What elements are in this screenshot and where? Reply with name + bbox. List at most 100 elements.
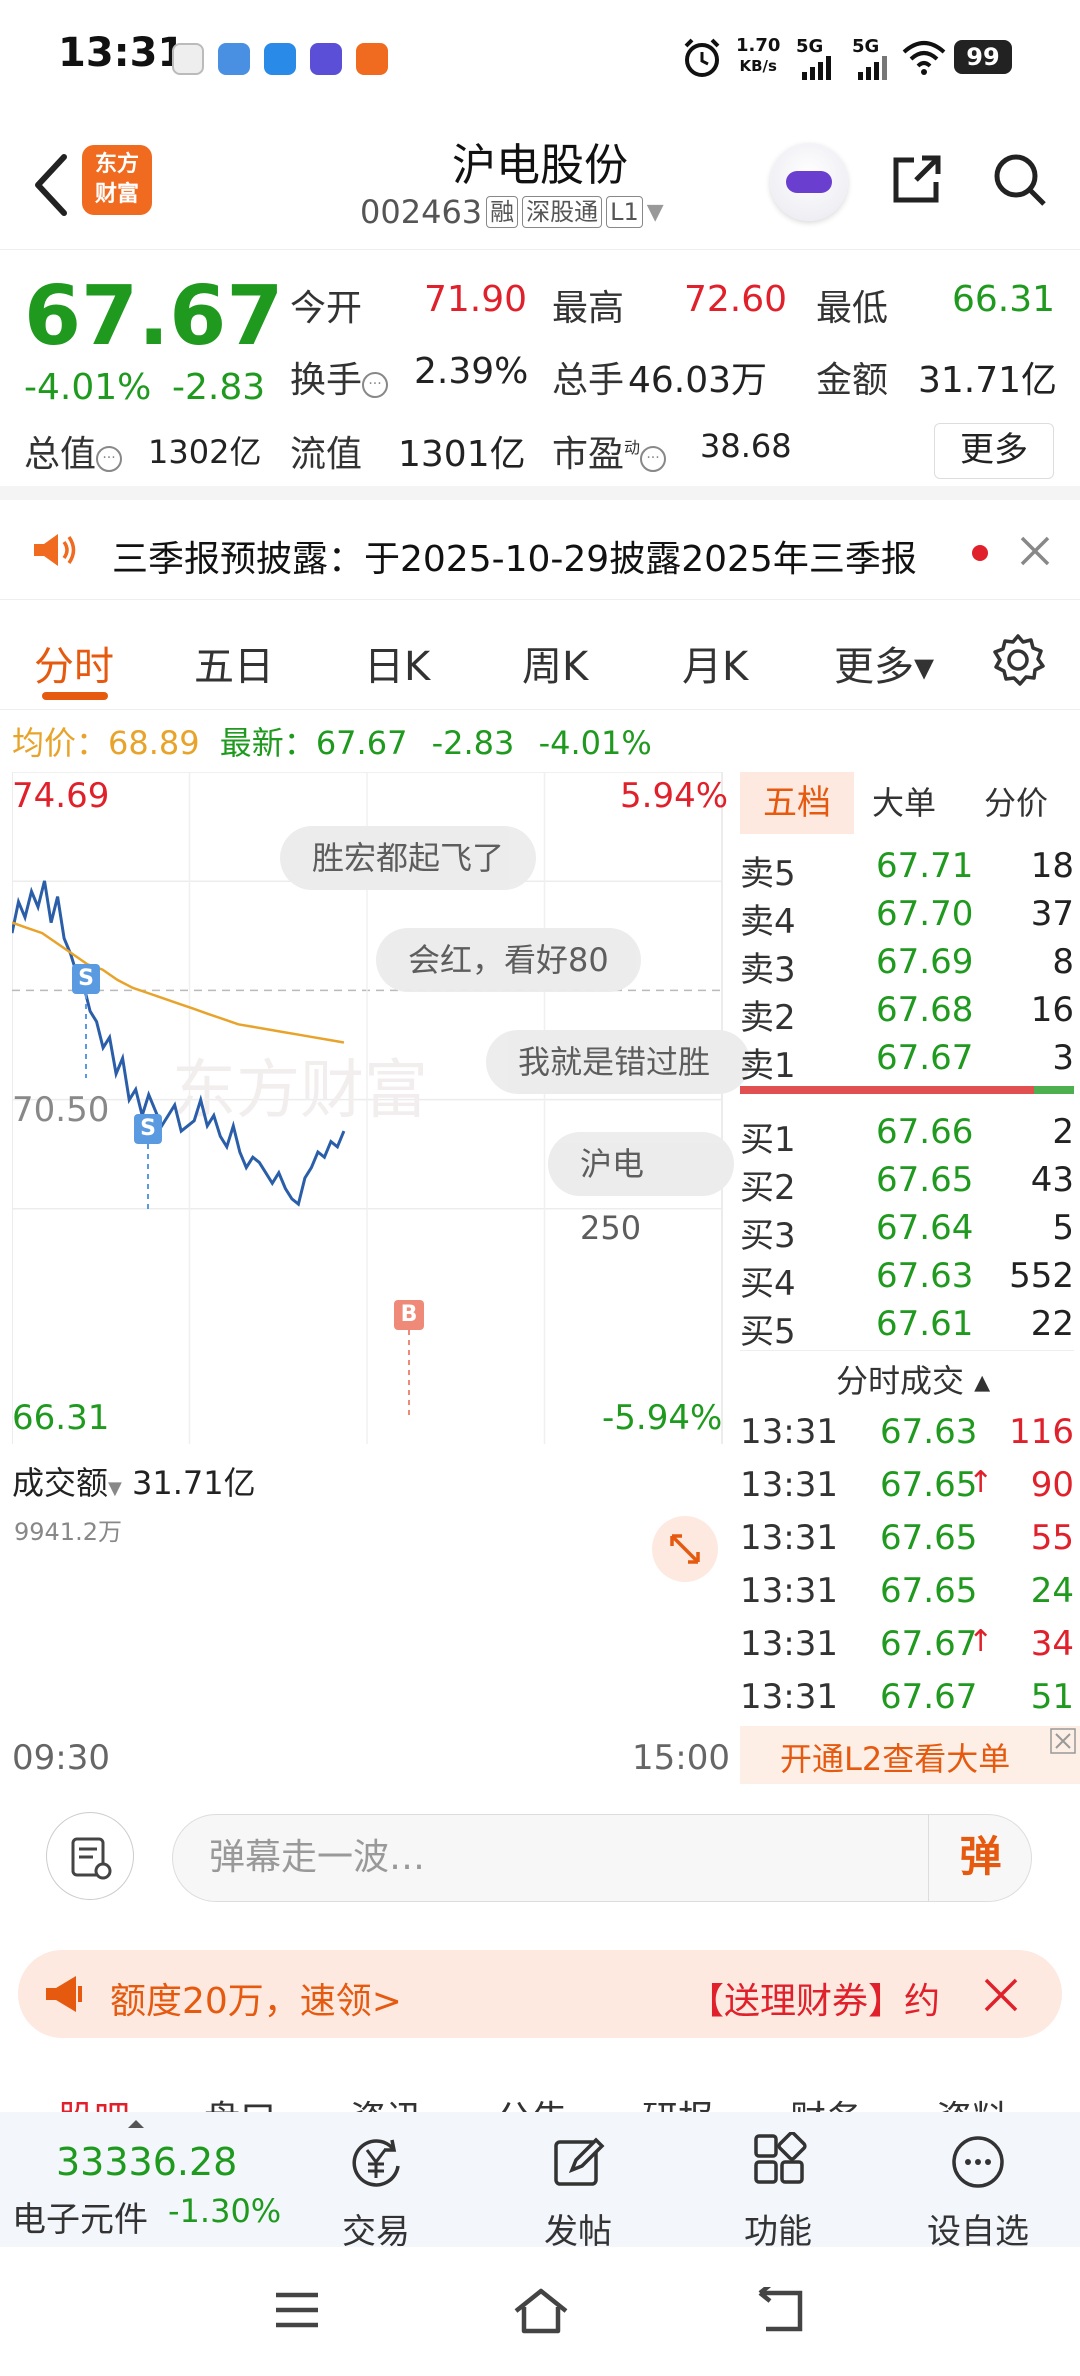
market-cap-value: 1302亿 bbox=[148, 433, 262, 471]
stock-code-row[interactable]: 002463 融 深股通 L1 ▼ bbox=[360, 193, 664, 231]
tab-five-levels[interactable]: 五档 bbox=[740, 772, 854, 834]
trade-row: 13:31 67.65 55 bbox=[740, 1518, 1074, 1566]
menu-icon[interactable] bbox=[272, 2289, 322, 2331]
bid-volume: 552 bbox=[1009, 1256, 1074, 1296]
tab-weekly-k[interactable]: 周K bbox=[522, 634, 588, 692]
comment-settings-button[interactable] bbox=[46, 1812, 134, 1900]
pe-label: 市盈动··· bbox=[552, 425, 667, 477]
tab-daily-k[interactable]: 日K bbox=[364, 634, 430, 692]
info-icon[interactable]: ··· bbox=[362, 372, 389, 398]
search-icon[interactable] bbox=[990, 150, 1050, 210]
close-icon[interactable] bbox=[1050, 1728, 1076, 1754]
bid-price: 67.64 bbox=[876, 1208, 974, 1248]
time-start: 09:30 bbox=[12, 1738, 110, 1778]
wifi-icon bbox=[902, 41, 946, 75]
float-cap-label: 流值 bbox=[290, 434, 363, 475]
sector-index[interactable]: 33336.28 电子元件 -1.30% bbox=[0, 2112, 290, 2247]
tab-big-orders[interactable]: 大单 bbox=[872, 772, 936, 834]
order-book-tabs: 五档 大单 分价 bbox=[740, 772, 1080, 834]
tab-guba[interactable]: 股吧 bbox=[58, 2090, 130, 2112]
l2-banner[interactable]: 开通L2查看大单 bbox=[740, 1726, 1080, 1784]
bid-level-label: 买3 bbox=[740, 1216, 796, 1256]
info-icon[interactable]: ··· bbox=[640, 446, 667, 472]
tab-intraday[interactable]: 分时 bbox=[34, 634, 114, 692]
sector-index-change: -1.30% bbox=[168, 2192, 282, 2230]
tab-profile[interactable]: 资料 bbox=[936, 2090, 1008, 2112]
bid-level-row: 买2 67.65 43 bbox=[740, 1160, 1074, 1208]
expand-chart-button[interactable] bbox=[652, 1516, 718, 1582]
sell-marker-2[interactable]: S bbox=[134, 1114, 162, 1144]
back-icon[interactable] bbox=[756, 2287, 808, 2335]
change-amount: -2.83 bbox=[172, 367, 266, 408]
bid-level-row: 买1 67.66 2 bbox=[740, 1112, 1074, 1160]
tab-research[interactable]: 研报 bbox=[642, 2090, 714, 2112]
trade-time: 13:31 bbox=[740, 1518, 838, 1558]
edit-post-icon bbox=[554, 2137, 605, 2186]
nav-post-label: 发帖 bbox=[544, 2212, 612, 2252]
notice-text: 三季报预披露：于2025-10-29披露2025年三季报 bbox=[112, 539, 917, 580]
avg-label: 均价： bbox=[12, 724, 109, 762]
volume-header[interactable]: 成交额▼ 31.71亿 bbox=[12, 1458, 256, 1504]
trade-row: 13:31 67.63 116 bbox=[740, 1412, 1074, 1460]
gear-icon[interactable] bbox=[990, 632, 1046, 688]
danmu-bubble: 会红，看好80 bbox=[376, 928, 641, 992]
tab-pankou[interactable]: 盘口 bbox=[204, 2090, 276, 2112]
bid-level-row: 买5 67.61 22 bbox=[740, 1304, 1074, 1352]
tab-monthly-k[interactable]: 月K bbox=[682, 634, 748, 692]
intraday-chart[interactable]: 东方财富 74.69 5.94% 70.50 66.31 -5.94% S S … bbox=[12, 772, 750, 1778]
expand-icon bbox=[670, 1534, 700, 1564]
price-series-line bbox=[12, 880, 346, 1207]
battery-indicator: 99 bbox=[954, 40, 1012, 74]
tab-announcements[interactable]: 公告 bbox=[496, 2090, 568, 2112]
info-icon[interactable]: ··· bbox=[96, 446, 123, 472]
signal-2-icon bbox=[858, 56, 887, 80]
trade-time: 13:31 bbox=[740, 1571, 838, 1611]
l2-banner-text: 开通L2查看大单 bbox=[780, 1740, 1011, 1778]
assistant-robot-icon[interactable] bbox=[770, 143, 848, 221]
latest-value: 67.67 bbox=[315, 724, 408, 762]
sell-marker-1[interactable]: S bbox=[72, 964, 100, 994]
nav-add-watchlist-label: 设自选 bbox=[927, 2212, 1029, 2252]
danmu-input[interactable]: 弹幕走一波… bbox=[172, 1814, 1032, 1902]
notice-bar[interactable]: 三季报预披露：于2025-10-29披露2025年三季报 bbox=[0, 500, 1080, 600]
functions-grid-icon bbox=[754, 2132, 807, 2184]
tieba-notification-icon bbox=[310, 43, 342, 75]
trade-row: 13:31 67.65 ↑ 90 bbox=[740, 1465, 1074, 1513]
close-icon[interactable] bbox=[1018, 534, 1052, 568]
trade-volume: 34 bbox=[1030, 1624, 1074, 1664]
ask-level-label: 卖2 bbox=[740, 998, 796, 1038]
tab-more[interactable]: 更多▾ bbox=[834, 634, 934, 692]
latest-change-pct: -4.01% bbox=[538, 724, 652, 762]
close-icon[interactable] bbox=[982, 1976, 1020, 2014]
ask-level-row: 卖3 67.69 8 bbox=[740, 942, 1074, 990]
dropdown-caret-icon: ▼ bbox=[646, 199, 664, 225]
average-series-line bbox=[12, 921, 345, 1044]
signal-1-label: 5G bbox=[796, 36, 824, 57]
share-icon[interactable] bbox=[886, 150, 946, 210]
more-quote-button[interactable]: 更多 bbox=[934, 423, 1054, 479]
promo-banner[interactable]: 额度20万，速领> 【送理财券】约 bbox=[18, 1950, 1062, 2038]
high-label: 最高 bbox=[552, 288, 625, 329]
tab-five-day[interactable]: 五日 bbox=[194, 634, 274, 692]
home-icon[interactable] bbox=[512, 2287, 570, 2335]
level-tag: L1 bbox=[606, 196, 643, 228]
low-value: 66.31 bbox=[952, 279, 1056, 320]
watermark-text: 东方财富 bbox=[172, 1054, 428, 1128]
tab-news[interactable]: 资讯 bbox=[350, 2090, 422, 2112]
trades-title[interactable]: 分时成交 ▴ bbox=[836, 1356, 990, 1402]
bid-price: 67.65 bbox=[876, 1160, 974, 1200]
send-danmu-button[interactable]: 弹 bbox=[928, 1814, 1032, 1902]
trade-arrow: ↑ bbox=[968, 1624, 994, 1659]
average-price-row: 均价：68.89 最新：67.67 -2.83 -4.01% bbox=[12, 718, 652, 764]
time-end: 15:00 bbox=[632, 1738, 730, 1778]
tab-finance[interactable]: 财务 bbox=[790, 2090, 862, 2112]
tab-price-dist[interactable]: 分价 bbox=[984, 772, 1048, 834]
ask-level-row: 卖4 67.70 37 bbox=[740, 894, 1074, 942]
trade-volume: 24 bbox=[1030, 1571, 1074, 1611]
buy-marker[interactable]: B bbox=[394, 1300, 424, 1330]
trade-time: 13:31 bbox=[740, 1465, 838, 1505]
current-price: 67.67 bbox=[24, 269, 284, 364]
quote-panel: 67.67 -4.01% -2.83 今开 71.90 最高 72.60 最低 … bbox=[0, 255, 1080, 500]
chart-bottom-pct: -5.94% bbox=[602, 1398, 723, 1438]
trade-time: 13:31 bbox=[740, 1677, 838, 1717]
